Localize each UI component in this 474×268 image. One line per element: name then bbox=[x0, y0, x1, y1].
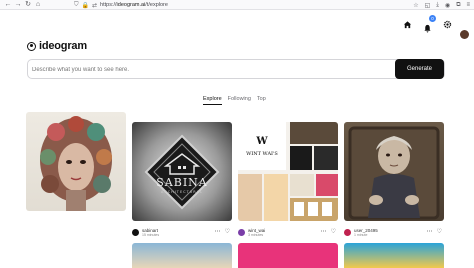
image-card-partial[interactable] bbox=[344, 243, 444, 268]
card-image-sabina-logo[interactable]: SABINA ARCHITECTURAL bbox=[132, 122, 232, 221]
card-image-woman-portrait[interactable] bbox=[26, 112, 126, 211]
card-actions: ⋯ ♡ bbox=[215, 228, 230, 235]
card-meta: wint_wai 3 minutes ⋯ ♡ bbox=[238, 224, 338, 240]
forward-icon[interactable]: → bbox=[13, 0, 23, 10]
browser-actions: ☆ ◱ ⤓ ◉ ⧉ ≡ bbox=[413, 0, 470, 10]
creator-avatar[interactable] bbox=[238, 228, 245, 236]
reload-icon[interactable]: ↻ bbox=[23, 0, 33, 10]
svg-text:W: W bbox=[255, 136, 268, 147]
card-actions: ⋯ ♡ bbox=[427, 228, 442, 235]
image-card-partial[interactable] bbox=[132, 243, 232, 268]
card-actions: ⋯ ♡ bbox=[321, 228, 336, 235]
more-options-icon[interactable]: ⋯ bbox=[321, 228, 327, 235]
bookmark-star-icon[interactable]: ☆ bbox=[413, 2, 418, 9]
logo[interactable]: ideogram bbox=[27, 40, 87, 52]
created-time: 1 minute bbox=[354, 232, 368, 237]
more-options-icon[interactable]: ⋯ bbox=[215, 228, 221, 235]
svg-text:SABINA: SABINA bbox=[156, 176, 208, 189]
lock-icon: 🔒 bbox=[81, 2, 89, 9]
bell-icon bbox=[424, 24, 431, 33]
card-image-wint-wai-collage[interactable]: W WINT WAI'S bbox=[238, 122, 338, 221]
settings-gear-icon[interactable] bbox=[443, 20, 452, 29]
url-host: ideogram.ai bbox=[116, 2, 146, 8]
account-icon[interactable]: ◉ bbox=[445, 2, 450, 9]
creator-avatar[interactable] bbox=[344, 228, 351, 236]
like-heart-icon[interactable]: ♡ bbox=[437, 228, 442, 235]
feed-tabs: Explore Following Top bbox=[203, 96, 266, 105]
like-heart-icon[interactable]: ♡ bbox=[331, 228, 336, 235]
extensions-icon[interactable]: ⧉ bbox=[456, 2, 460, 9]
created-time: 3 minutes bbox=[248, 232, 264, 237]
logo-text: ideogram bbox=[39, 40, 87, 52]
image-card-partial[interactable] bbox=[238, 243, 338, 268]
shield-icon: ⛉ bbox=[74, 1, 79, 8]
address-bar[interactable]: ⛉ 🔒 ⇄ https://ideogram.ai/t/explore bbox=[74, 1, 168, 9]
home-nav-icon[interactable] bbox=[403, 20, 412, 29]
notifications-button[interactable]: 0 bbox=[423, 15, 436, 33]
prompt-bar: Generate bbox=[27, 59, 445, 79]
permissions-icon: ⇄ bbox=[92, 2, 98, 9]
home-icon[interactable]: ⌂ bbox=[33, 0, 43, 10]
menu-icon[interactable]: ≡ bbox=[466, 2, 470, 8]
back-icon[interactable]: ← bbox=[3, 0, 13, 10]
creator-avatar[interactable] bbox=[132, 228, 139, 236]
card-meta: user_20495 1 minute ⋯ ♡ bbox=[344, 224, 444, 240]
downloads-icon[interactable]: ⤓ bbox=[436, 2, 439, 9]
tab-top[interactable]: Top bbox=[257, 96, 266, 105]
generate-button[interactable]: Generate bbox=[395, 59, 444, 79]
svg-text:WINT WAI'S: WINT WAI'S bbox=[246, 151, 278, 157]
user-avatar[interactable] bbox=[460, 30, 469, 39]
browser-toolbar: ← → ↻ ⌂ ⛉ 🔒 ⇄ https://ideogram.ai/t/expl… bbox=[0, 0, 474, 10]
like-heart-icon[interactable]: ♡ bbox=[225, 228, 230, 235]
tab-explore[interactable]: Explore bbox=[203, 96, 222, 105]
svg-text:ARCHITECTURAL: ARCHITECTURAL bbox=[161, 190, 203, 194]
url-path: /t/explore bbox=[145, 2, 168, 8]
more-options-icon[interactable]: ⋯ bbox=[427, 228, 433, 235]
prompt-input[interactable] bbox=[32, 62, 392, 77]
pocket-icon[interactable]: ◱ bbox=[425, 2, 431, 9]
page: 0 ideogram Generate Explore Following To… bbox=[0, 10, 474, 268]
url-prefix: https:// bbox=[100, 2, 117, 8]
tab-following[interactable]: Following bbox=[228, 96, 251, 105]
card-meta: sabinart 15 minutes ⋯ ♡ bbox=[132, 224, 232, 240]
card-image-old-woman[interactable] bbox=[344, 122, 444, 221]
notification-badge: 0 bbox=[429, 15, 436, 22]
ideogram-logo-icon bbox=[27, 41, 36, 51]
url-text: https://ideogram.ai/t/explore bbox=[100, 2, 168, 8]
header-actions: 0 bbox=[403, 15, 452, 33]
created-time: 15 minutes bbox=[142, 232, 160, 237]
